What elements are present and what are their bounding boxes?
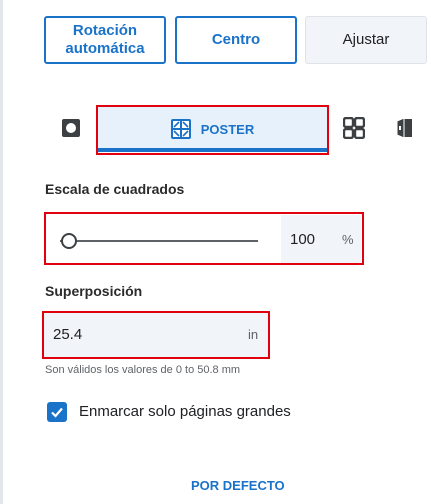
grid-icon (343, 117, 365, 139)
fit-label: Ajustar (342, 31, 390, 48)
tab-poster-label: POSTER (200, 121, 255, 137)
scale-unit: % (342, 232, 354, 247)
tab-booklet[interactable] (394, 117, 416, 139)
auto-rotate-label: Rotación automática (65, 22, 145, 57)
frame-large-pages-label: Enmarcar solo páginas grandes (79, 403, 291, 420)
overlap-value: 25.4 (53, 326, 83, 343)
default-button[interactable]: POR DEFECTO (191, 478, 285, 493)
tab-multiple[interactable] (343, 117, 365, 139)
scale-slider-track[interactable] (60, 240, 258, 242)
center-label: Centro (211, 31, 261, 48)
scale-label: Escala de cuadrados (45, 181, 185, 197)
tab-active-indicator (97, 148, 328, 152)
panel-left-border (0, 0, 3, 504)
fit-button[interactable]: Ajustar (305, 16, 427, 64)
tab-poster[interactable]: POSTER (97, 106, 328, 152)
checkmark-icon (51, 407, 63, 418)
center-button[interactable]: Centro (175, 16, 297, 64)
overlap-label: Superposición (45, 283, 143, 299)
booklet-icon (396, 117, 412, 139)
poster-icon (170, 119, 191, 139)
frame-large-pages-checkbox[interactable] (47, 402, 67, 422)
scale-slider-thumb[interactable] (61, 233, 77, 249)
scale-value: 100 (290, 231, 316, 248)
overlap-unit: in (248, 327, 259, 342)
tab-single-page[interactable] (60, 117, 82, 139)
single-page-icon (62, 119, 80, 137)
overlap-hint: Son válidos los valores de 0 to 50.8 mm (45, 364, 241, 376)
auto-rotate-button[interactable]: Rotación automática (44, 16, 166, 64)
